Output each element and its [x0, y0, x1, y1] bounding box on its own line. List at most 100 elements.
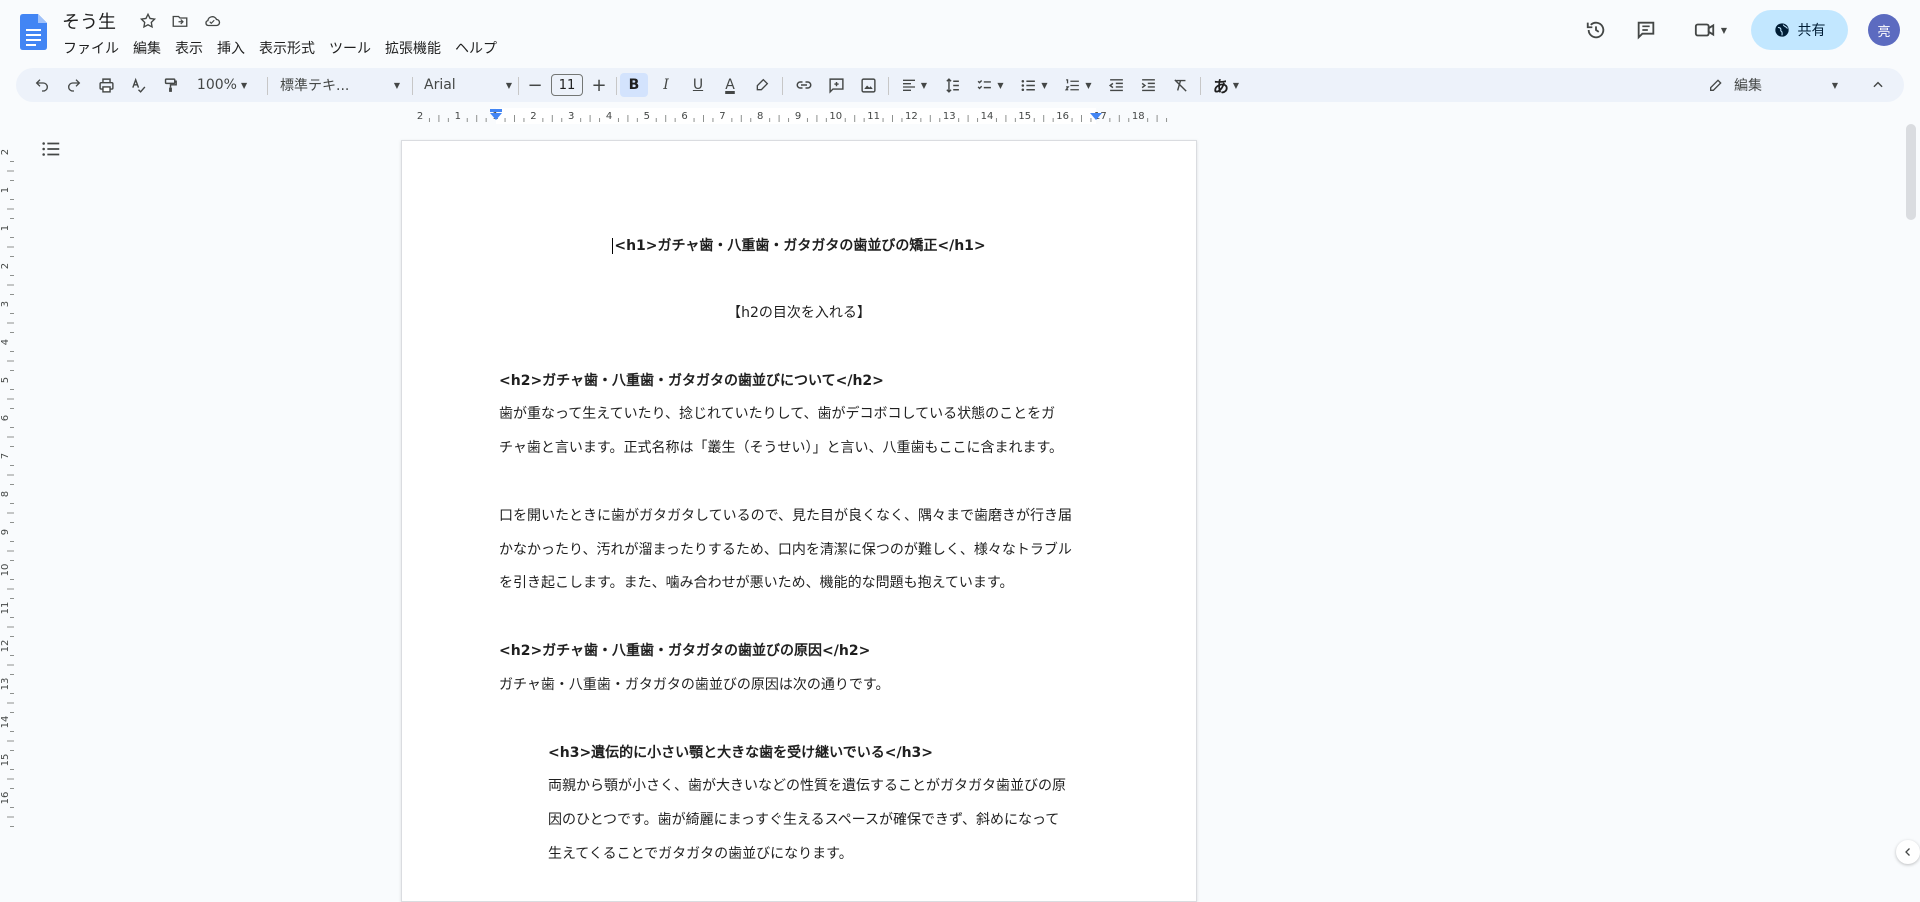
- print-icon[interactable]: [94, 73, 118, 97]
- paragraph-line[interactable]: 歯が重なって生えていたり、捻じれていたりして、歯がデコボコしている状態のことをガ: [499, 397, 1099, 431]
- editing-mode-label: 編集: [1734, 78, 1762, 94]
- editing-mode-select[interactable]: 編集 ▼: [1708, 73, 1838, 97]
- side-panel-toggle-button[interactable]: [1896, 840, 1920, 864]
- style-value: 標準テキ...: [280, 78, 350, 94]
- font-size-value[interactable]: 11: [551, 74, 583, 96]
- first-line-indent-marker[interactable]: [490, 109, 502, 112]
- docs-logo-icon[interactable]: [20, 14, 47, 50]
- move-folder-icon[interactable]: [169, 10, 191, 32]
- text-color-button[interactable]: A: [716, 73, 744, 97]
- menu-tools[interactable]: ツール: [322, 36, 378, 60]
- ruler-ticks: 2112345678910111213141516: [0, 149, 14, 827]
- vertical-scrollbar[interactable]: [1906, 124, 1916, 220]
- input-tools-select[interactable]: あ ▼: [1206, 73, 1246, 97]
- ruler-label: 2: [0, 149, 11, 155]
- comments-icon[interactable]: [1634, 18, 1658, 42]
- ruler-label: 5: [0, 377, 11, 383]
- heading-3-genetics[interactable]: <h3>遺伝的に小さい顎と大きな歯を受け継いでいる</h3>: [548, 736, 1099, 770]
- menu-file[interactable]: ファイル: [56, 36, 126, 60]
- collapse-menus-icon[interactable]: [1866, 73, 1890, 97]
- chevron-left-icon: [1905, 848, 1910, 856]
- menu-edit[interactable]: 編集: [126, 36, 168, 60]
- clear-formatting-icon[interactable]: [1166, 73, 1194, 97]
- toolbar-divider: [1200, 77, 1201, 95]
- version-history-icon[interactable]: [1584, 18, 1608, 42]
- paragraph-line[interactable]: かなかったり、汚れが溜まったりするため、口内を清潔に保つのが難しく、様々なトラブ…: [499, 533, 1099, 567]
- paragraph-line[interactable]: 因のひとつです。歯が綺麗にまっすぐ生えるスペースが確保できず、斜めになって: [548, 803, 1099, 837]
- toolbar-divider: [782, 77, 783, 95]
- menu-help[interactable]: ヘルプ: [448, 36, 504, 60]
- ruler-label: 2: [0, 263, 11, 269]
- ruler-label: 6: [681, 111, 687, 122]
- heading-1[interactable]: <h1>ガチャ歯・八重歯・ガタガタの歯並びの矯正</h1>: [402, 229, 1196, 263]
- menu-extensions[interactable]: 拡張機能: [378, 36, 448, 60]
- font-size-field[interactable]: 11: [550, 73, 584, 97]
- menu-format[interactable]: 表示形式: [252, 36, 322, 60]
- redo-icon[interactable]: [62, 73, 86, 97]
- align-select[interactable]: ▼: [896, 73, 932, 97]
- heading-2-causes[interactable]: <h2>ガチャ歯・八重歯・ガタガタの歯並びの原因</h2>: [499, 634, 1099, 668]
- ruler-label: 2: [417, 111, 423, 122]
- font-select[interactable]: Arial ▼: [412, 73, 512, 97]
- cloud-saved-icon[interactable]: [201, 10, 223, 32]
- paint-format-icon[interactable]: [158, 73, 182, 97]
- ruler-label: 14: [981, 111, 994, 122]
- document-page[interactable]: <h1>ガチャ歯・八重歯・ガタガタの歯並びの矯正</h1> 【h2の目次を入れる…: [401, 140, 1197, 902]
- undo-icon[interactable]: [30, 73, 54, 97]
- underline-button[interactable]: U: [684, 73, 712, 97]
- increase-font-size-icon[interactable]: +: [588, 73, 610, 97]
- decrease-indent-icon[interactable]: [1102, 73, 1130, 97]
- share-button[interactable]: 共有: [1751, 10, 1848, 50]
- paragraph-line[interactable]: チャ歯と言います。正式名称は「叢生（そうせい）」と言い、八重歯もここに含まれます…: [499, 431, 1099, 465]
- ruler-label: 1: [0, 225, 11, 231]
- avatar[interactable]: 亮: [1868, 14, 1900, 46]
- highlight-color-icon[interactable]: [748, 73, 776, 97]
- zoom-select[interactable]: 100% ▼: [192, 73, 252, 97]
- increase-indent-icon[interactable]: [1134, 73, 1162, 97]
- bold-button[interactable]: B: [620, 73, 648, 97]
- document-outline-icon[interactable]: [40, 138, 64, 162]
- toolbar-divider: [518, 77, 519, 95]
- horizontal-ruler[interactable]: 21123456789101112131415161718: [400, 108, 1197, 124]
- text-color-letter: A: [725, 77, 735, 93]
- numbered-list-select[interactable]: ▼: [1058, 73, 1098, 97]
- ruler-label: 11: [867, 111, 880, 122]
- spellcheck-icon[interactable]: [126, 73, 150, 97]
- menu-view[interactable]: 表示: [168, 36, 210, 60]
- menu-insert[interactable]: 挿入: [210, 36, 252, 60]
- italic-button[interactable]: I: [652, 73, 680, 97]
- paragraph-line[interactable]: を引き起こします。また、噛み合わせが悪いため、機能的な問題も抱えています。: [499, 566, 1099, 600]
- ruler-label: 12: [0, 640, 11, 653]
- heading-1-text: <h1>ガチャ歯・八重歯・ガタガタの歯並びの矯正</h1>: [614, 238, 986, 254]
- decrease-font-size-icon[interactable]: −: [524, 73, 546, 97]
- ruler-label: 8: [0, 491, 11, 497]
- paragraph-line[interactable]: ガチャ歯・八重歯・ガタガタの歯並びの原因は次の通りです。: [499, 668, 1099, 702]
- pencil-icon: [1710, 79, 1722, 91]
- line-spacing-icon[interactable]: [938, 73, 966, 97]
- insert-image-icon[interactable]: [854, 73, 882, 97]
- vertical-ruler[interactable]: 2 1 1 2 3 4 5 6 7 8 9 10 11 12 13 14 15 16: [0, 124, 16, 880]
- align-left-icon: [902, 79, 915, 91]
- heading-2-about[interactable]: <h2>ガチャ歯・八重歯・ガタガタの歯並びについて</h2>: [499, 364, 1099, 398]
- ruler-label: 3: [0, 301, 11, 307]
- chevron-down-icon: ▼: [997, 80, 1004, 90]
- chevron-down-icon: ▼: [1720, 25, 1728, 35]
- star-icon[interactable]: [137, 10, 159, 32]
- ruler-label: 7: [0, 453, 11, 459]
- style-select[interactable]: 標準テキ... ▼: [280, 73, 400, 97]
- chevron-down-icon: ▼: [1041, 80, 1048, 90]
- paragraph-line[interactable]: 生えてくることでガタガタの歯並びになります。: [548, 837, 1099, 871]
- checklist-select[interactable]: ▼: [970, 73, 1010, 97]
- numbered-list-icon: [1065, 78, 1080, 90]
- bulleted-list-select[interactable]: ▼: [1014, 73, 1054, 97]
- chevron-down-icon: ▼: [1831, 80, 1838, 90]
- paragraph-line[interactable]: 両親から顎が小さく、歯が大きいなどの性質を遺伝することがガタガタ歯並びの原: [548, 769, 1099, 803]
- meet-video-icon[interactable]: ▼: [1688, 18, 1732, 42]
- chevron-down-icon: ▼: [1232, 80, 1240, 90]
- add-comment-icon[interactable]: [822, 73, 850, 97]
- document-title[interactable]: そう生: [62, 8, 116, 34]
- chevron-down-icon: ▼: [505, 80, 512, 90]
- paragraph-line[interactable]: 口を開いたときに歯がガタガタしているので、見た目が良くなく、隅々まで歯磨きが行き…: [499, 499, 1099, 533]
- insert-link-icon[interactable]: [790, 73, 818, 97]
- toc-placeholder[interactable]: 【h2の目次を入れる】: [402, 296, 1196, 330]
